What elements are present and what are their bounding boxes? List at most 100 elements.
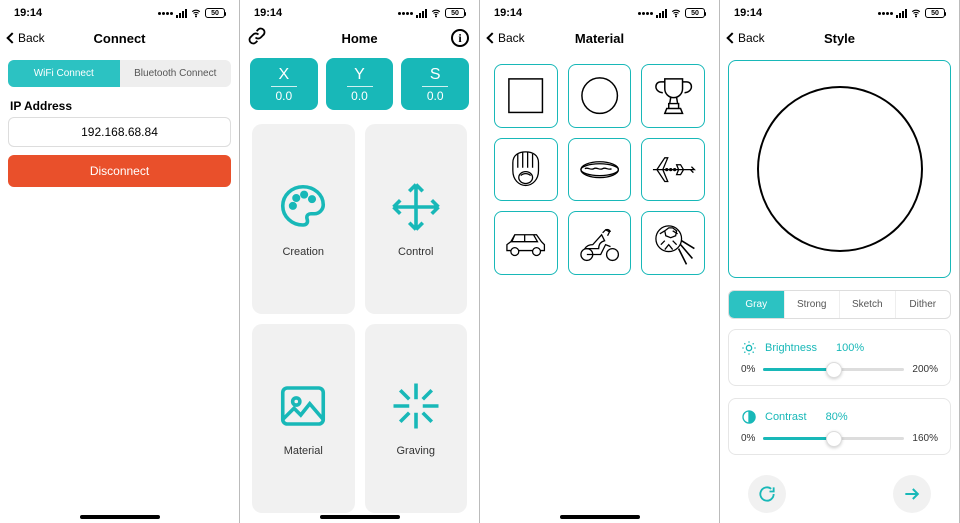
- battery-icon: 50: [205, 8, 225, 18]
- trophy-icon: [649, 71, 698, 120]
- rotate-icon: [757, 484, 777, 504]
- back-button[interactable]: Back: [728, 31, 765, 45]
- move-icon: [389, 180, 443, 234]
- status-icons: 50: [158, 8, 225, 18]
- cellular-icon: [638, 12, 653, 15]
- metric-value: 0.0: [347, 86, 373, 103]
- brightness-slider[interactable]: [763, 368, 904, 371]
- airplane-icon: [649, 145, 698, 194]
- slider-fill: [763, 368, 833, 371]
- home-indicator: [80, 515, 160, 519]
- screen-home: 19:14 50 Home i X0.0 Y0.0 S0.0 Creation …: [240, 0, 480, 523]
- metric-key: S: [430, 66, 441, 84]
- contrast-header: Contrast 80%: [741, 409, 938, 425]
- slider-thumb[interactable]: [826, 431, 842, 447]
- material-grid: [480, 54, 719, 285]
- material-glove[interactable]: [494, 138, 558, 202]
- navbar: Back Style: [720, 22, 959, 54]
- metric-key: Y: [354, 66, 365, 84]
- action-row: [720, 465, 959, 523]
- ip-value: 192.168.68.84: [81, 125, 158, 139]
- tile-creation[interactable]: Creation: [252, 124, 355, 314]
- metric-s[interactable]: S0.0: [401, 58, 469, 110]
- cellular-icon: [878, 12, 893, 15]
- signal-icon: [416, 9, 427, 18]
- page-title: Home: [341, 31, 377, 46]
- material-airplane[interactable]: [641, 138, 705, 202]
- chevron-left-icon: [6, 32, 17, 43]
- arrow-right-icon: [902, 484, 922, 504]
- contrast-box: Contrast 80% 0% 160%: [728, 398, 951, 455]
- tile-material[interactable]: Material: [252, 324, 355, 514]
- status-icons: 50: [638, 8, 705, 18]
- link-icon[interactable]: [248, 27, 266, 50]
- wifi-icon: [430, 8, 442, 18]
- car-icon: [501, 219, 550, 268]
- contrast-slider-row: 0% 160%: [741, 433, 938, 444]
- material-trophy[interactable]: [641, 64, 705, 128]
- next-button[interactable]: [893, 475, 931, 513]
- back-label: Back: [498, 31, 525, 45]
- tab-wifi[interactable]: WiFi Connect: [8, 60, 120, 87]
- contrast-max: 160%: [912, 433, 938, 444]
- brightness-label: Brightness: [765, 342, 817, 354]
- wifi-icon: [190, 8, 202, 18]
- tab-sketch[interactable]: Sketch: [840, 291, 896, 318]
- screen-connect: 19:14 50 Back Connect WiFi Connect Bluet…: [0, 0, 240, 523]
- glove-icon: [501, 145, 550, 194]
- tile-graving[interactable]: Graving: [365, 324, 468, 514]
- tab-strong[interactable]: Strong: [785, 291, 841, 318]
- battery-icon: 50: [445, 8, 465, 18]
- connect-tabs: WiFi Connect Bluetooth Connect: [8, 60, 231, 87]
- cellular-icon: [158, 12, 173, 15]
- back-button[interactable]: Back: [8, 31, 45, 45]
- status-time: 19:14: [494, 7, 522, 19]
- material-square[interactable]: [494, 64, 558, 128]
- status-bar: 19:14 50: [720, 0, 959, 22]
- tab-bluetooth[interactable]: Bluetooth Connect: [120, 60, 232, 87]
- chevron-left-icon: [726, 32, 737, 43]
- ip-input[interactable]: 192.168.68.84: [8, 117, 231, 147]
- material-scooter[interactable]: [568, 211, 632, 275]
- page-title: Style: [824, 31, 855, 46]
- status-time: 19:14: [14, 7, 42, 19]
- tile-label: Creation: [282, 246, 324, 258]
- contrast-min: 0%: [741, 433, 755, 444]
- back-label: Back: [738, 31, 765, 45]
- material-circle[interactable]: [568, 64, 632, 128]
- status-time: 19:14: [254, 7, 282, 19]
- navbar: Back Material: [480, 22, 719, 54]
- contrast-label: Contrast: [765, 411, 807, 423]
- metric-y[interactable]: Y 0.0: [326, 58, 394, 110]
- brightness-box: Brightness 100% 0% 200%: [728, 329, 951, 386]
- navbar: Home i: [240, 22, 479, 54]
- back-button[interactable]: Back: [488, 31, 525, 45]
- status-bar: 19:14 50: [480, 0, 719, 22]
- disconnect-button[interactable]: Disconnect: [8, 155, 231, 187]
- battery-icon: 50: [925, 8, 945, 18]
- info-icon: i: [451, 29, 469, 47]
- contrast-slider[interactable]: [763, 437, 904, 440]
- cellular-icon: [398, 12, 413, 15]
- image-icon: [276, 379, 330, 433]
- metric-value: 0.0: [271, 86, 297, 103]
- scooter-icon: [575, 219, 624, 268]
- brightness-value: 100%: [836, 342, 864, 354]
- brightness-slider-row: 0% 200%: [741, 364, 938, 375]
- tab-gray[interactable]: Gray: [729, 291, 785, 318]
- info-button[interactable]: i: [451, 29, 469, 47]
- material-soccerball[interactable]: [641, 211, 705, 275]
- material-hotdog[interactable]: [568, 138, 632, 202]
- metric-x[interactable]: X0.0: [250, 58, 318, 110]
- material-car[interactable]: [494, 211, 558, 275]
- status-icons: 50: [878, 8, 945, 18]
- focus-icon: [389, 379, 443, 433]
- slider-thumb[interactable]: [826, 362, 842, 378]
- preview-canvas[interactable]: [728, 60, 951, 278]
- metrics-row: X0.0 Y0.0 S0.0: [240, 54, 479, 114]
- contrast-value: 80%: [826, 411, 848, 423]
- rotate-button[interactable]: [748, 475, 786, 513]
- tab-dither[interactable]: Dither: [896, 291, 951, 318]
- tile-control[interactable]: Control: [365, 124, 468, 314]
- status-time: 19:14: [734, 7, 762, 19]
